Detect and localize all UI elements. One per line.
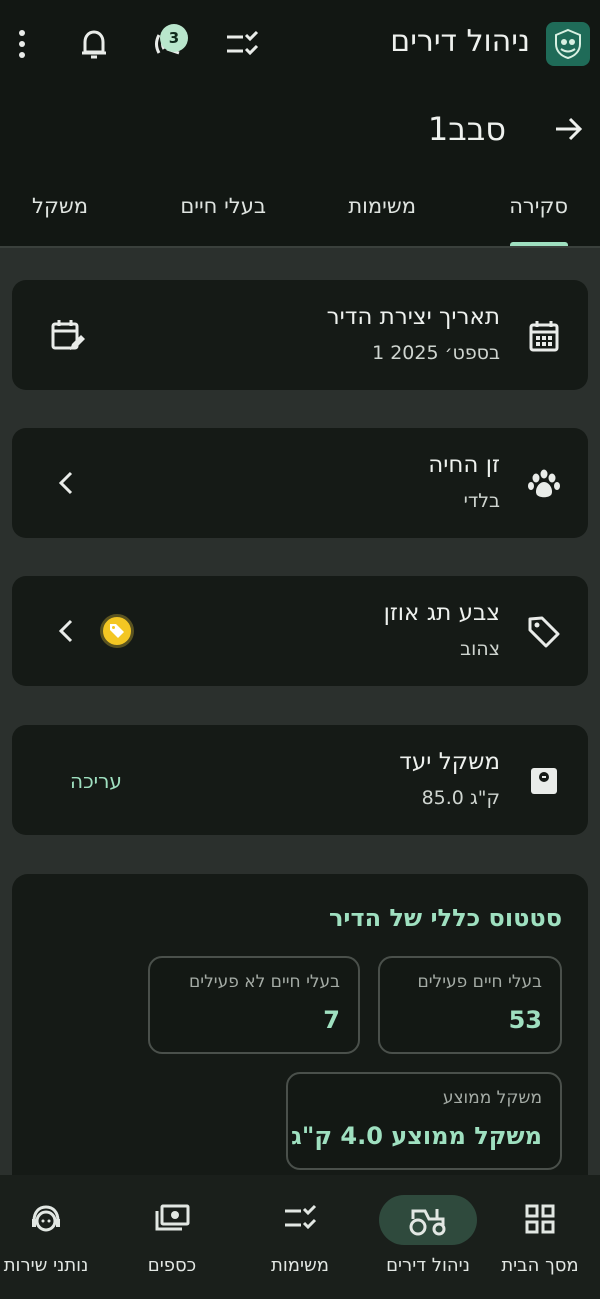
arrow-forward-icon — [556, 117, 583, 141]
status-title: סטטוס כללי של הדיר — [328, 904, 562, 932]
tab-bar: סקירה משימות בעלי חיים משקל — [0, 186, 600, 248]
tab-divider — [0, 246, 600, 248]
tag-color-swatch — [100, 614, 134, 648]
small-tag-icon — [110, 624, 124, 638]
nav-herd-management-label: ניהול דירים — [386, 1255, 470, 1276]
bottom-navigation: מסך הבית ניהול דירים משימות כספים נותני … — [0, 1175, 600, 1299]
tractor-icon — [409, 1209, 446, 1236]
notification-badge: 3 — [160, 24, 188, 52]
chevron-left-icon — [56, 470, 76, 500]
calendar-icon — [526, 318, 562, 354]
target-weight-card: משקל יעד 85.0 ק"ג עריכה — [12, 725, 588, 835]
tab-tasks[interactable]: משימות — [348, 194, 416, 218]
tag-icon — [526, 614, 562, 650]
average-weight-label: משקל ממוצע — [442, 1088, 542, 1108]
target-weight-title: משקל יעד — [399, 749, 500, 775]
active-animals-value: 53 — [508, 1006, 542, 1034]
nav-service-providers-label: נותני שירות — [3, 1255, 89, 1276]
edit-date-button[interactable] — [50, 318, 86, 358]
grid-icon — [525, 1204, 555, 1234]
nav-home[interactable]: מסך הבית — [480, 1175, 600, 1299]
bell-icon — [82, 30, 106, 59]
nav-finance[interactable]: כספים — [112, 1175, 232, 1299]
breed-value: בלדי — [463, 490, 500, 512]
ear-tag-card[interactable]: צבע תג אוזן צהוב — [12, 576, 588, 686]
target-weight-value: 85.0 ק"ג — [421, 787, 500, 809]
nav-home-label: מסך הבית — [501, 1255, 579, 1276]
herd-status-card: סטטוס כללי של הדיר בעלי חיים פעילים 53 ב… — [12, 874, 588, 1204]
more-vert-icon — [19, 30, 25, 58]
back-button[interactable] — [552, 112, 586, 150]
breed-title: זן החיה — [428, 452, 500, 478]
creation-date-card: תאריך יצירת הדיר 1 בספט׳ 2025 — [12, 280, 588, 390]
creation-date-title: תאריך יצירת הדיר — [326, 304, 500, 330]
tab-animals[interactable]: בעלי חיים — [180, 194, 266, 218]
inactive-animals-value: 7 — [323, 1006, 340, 1034]
tab-overview[interactable]: סקירה — [509, 194, 568, 218]
ear-tag-value: צהוב — [460, 638, 500, 660]
checklist-icon — [285, 1204, 317, 1230]
app-title: ניהול דירים — [390, 24, 530, 59]
average-weight-stat: משקל ממוצע משקל ממוצע 4.0 ק"ג — [286, 1072, 562, 1170]
nav-finance-label: כספים — [147, 1255, 197, 1276]
nav-service-providers[interactable]: נותני שירות — [0, 1175, 106, 1299]
nav-tasks[interactable]: משימות — [240, 1175, 360, 1299]
active-animals-stat: בעלי חיים פעילים 53 — [378, 956, 562, 1054]
scale-icon — [526, 763, 562, 799]
inactive-animals-label: בעלי חיים לא פעילים — [189, 972, 340, 992]
page-title: סבב1 — [427, 110, 506, 148]
paw-icon — [526, 466, 562, 502]
page-header: סבב1 — [0, 100, 600, 164]
checklist-icon — [227, 30, 259, 56]
average-weight-value: משקל ממוצע 4.0 ק"ג — [291, 1122, 542, 1150]
nav-tasks-label: משימות — [271, 1255, 329, 1276]
support-agent-icon — [32, 1205, 60, 1232]
notifications-button[interactable] — [72, 22, 116, 66]
ear-tag-title: צבע תג אוזן — [383, 600, 500, 626]
tasks-button[interactable] — [220, 22, 264, 66]
creation-date-value: 1 בספט׳ 2025 — [372, 342, 500, 364]
money-icon — [155, 1204, 190, 1231]
app-logo — [546, 22, 590, 66]
chevron-left-icon — [56, 618, 76, 648]
header: ניהול דירים 3 סבב1 סקירה משימות בעלי חיי… — [0, 0, 600, 248]
breed-card[interactable]: זן החיה בלדי — [12, 428, 588, 538]
inactive-animals-stat: בעלי חיים לא פעילים 7 — [148, 956, 360, 1054]
edit-calendar-icon — [51, 320, 85, 350]
tab-weight[interactable]: משקל — [32, 194, 88, 218]
top-app-bar: ניהול דירים 3 — [0, 0, 600, 90]
edit-target-weight-button[interactable]: עריכה — [70, 769, 122, 793]
more-menu-button[interactable] — [0, 22, 44, 66]
nav-herd-management[interactable]: ניהול דירים — [368, 1175, 488, 1299]
active-animals-label: בעלי חיים פעילים — [417, 972, 542, 992]
